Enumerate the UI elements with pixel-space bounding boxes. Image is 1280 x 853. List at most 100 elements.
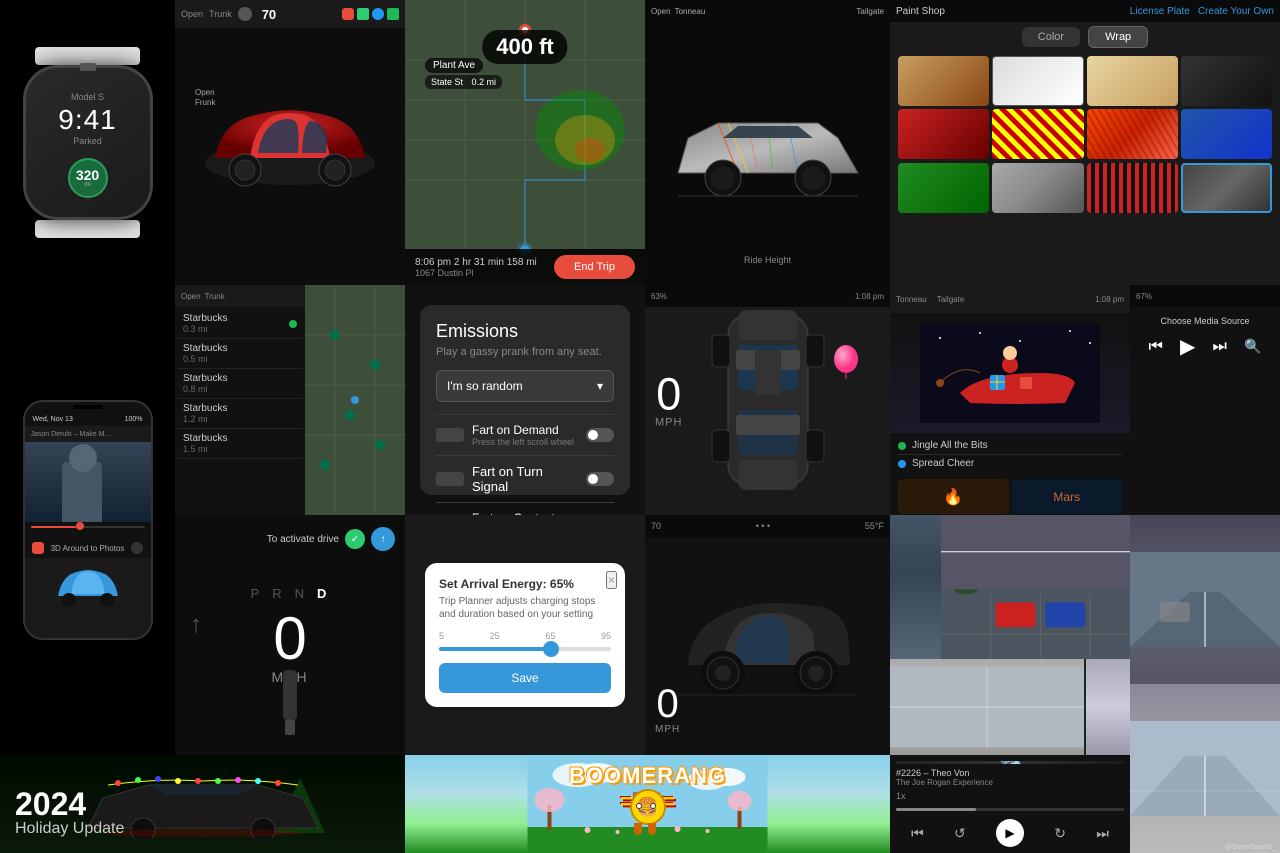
podcast-thumbnail: 🎙️ xyxy=(896,761,1124,764)
santa-mode-cell: Tonneau Tailgate 1:08 pm xyxy=(890,285,1130,515)
d-indicator: D xyxy=(317,586,329,601)
map-cell: Profile 5:15 pm 72°F xyxy=(405,0,645,285)
paint-thumb-7[interactable] xyxy=(1087,109,1178,159)
paint-thumb-11[interactable] xyxy=(1087,163,1178,213)
campfire-tile[interactable]: 🔥 xyxy=(898,479,1009,514)
podcast-progress-bar[interactable] xyxy=(896,808,1124,811)
podcast-episode: #2226 – Theo Von xyxy=(896,768,1124,778)
paint-thumb-9[interactable] xyxy=(898,163,989,213)
wrap-tab[interactable]: Wrap xyxy=(1088,26,1148,48)
dashboard-row2-cell: Open Trunk Starbucks 0.3 mi Starbucks 0.… xyxy=(175,285,405,515)
starbucks-item-3[interactable]: Starbucks 0.8 mi xyxy=(177,369,303,399)
fart-signal-label: Fart on Turn Signal xyxy=(472,464,578,494)
phone-car-view xyxy=(25,558,151,613)
podcast-rewind-icon[interactable]: ↺ xyxy=(954,825,966,842)
santa-nav-bar: Tonneau Tailgate 1:08 pm xyxy=(890,285,1130,313)
podcast-skip-icon[interactable]: ⏭ xyxy=(1096,825,1109,842)
fart-demand-icon xyxy=(436,428,464,442)
paint-thumb-3[interactable] xyxy=(1087,56,1178,106)
right-panel-topbar: 67% xyxy=(1130,285,1280,307)
phone-music: Jason Derulo – Make M… xyxy=(31,431,112,438)
mars-tile[interactable]: Mars xyxy=(1012,479,1123,514)
paint-thumb-5[interactable] xyxy=(898,109,989,159)
holiday-text: 2024 Holiday Update xyxy=(15,788,124,838)
paint-thumb-8[interactable] xyxy=(1181,109,1272,159)
fart-signal-toggle[interactable] xyxy=(586,472,614,486)
map-distance-text: 400 ft xyxy=(496,34,553,59)
paint-thumb-12-selected[interactable] xyxy=(1181,163,1272,213)
fart-signal-icon xyxy=(436,472,464,486)
activate-blue-btn[interactable]: ↑ xyxy=(371,527,395,551)
tailgate-label: Tailgate xyxy=(856,7,884,16)
media-prev-icon[interactable]: ⏮ xyxy=(1149,338,1163,356)
phone-3d-label: 3D Around to Photos xyxy=(51,544,125,553)
frunk-label: Frunk xyxy=(195,98,215,107)
starbucks-item-1[interactable]: Starbucks 0.3 mi xyxy=(177,309,303,339)
podcast-content: 🎙️ #2226 – Theo Von The Joe Rogan Experi… xyxy=(890,755,1130,853)
starbucks-list: Open Trunk Starbucks 0.3 mi Starbucks 0.… xyxy=(175,285,305,515)
starbucks-items: Starbucks 0.3 mi Starbucks 0.5 mi Starbu… xyxy=(175,307,305,461)
trip-close-button[interactable]: × xyxy=(606,571,617,589)
podcast-forward-icon[interactable]: ↻ xyxy=(1054,825,1066,842)
speed-up-arrow[interactable]: ↑ xyxy=(190,611,202,639)
paint-thumb-6[interactable] xyxy=(992,109,1083,159)
tonneau-label: Tonneau xyxy=(675,7,706,16)
mark-5: 5 xyxy=(439,631,444,641)
camera-small-cell: @OwenSparks_ xyxy=(1130,515,1280,853)
phone-car-svg xyxy=(43,558,133,613)
open-label-ct: Open xyxy=(651,7,671,16)
paint-thumb-4[interactable] xyxy=(1181,56,1272,106)
trip-slider-marks: 5 25 65 95 xyxy=(439,631,611,641)
podcast-show: The Joe Rogan Experience xyxy=(896,778,1124,787)
cam-top-svg xyxy=(1130,515,1280,684)
car-top-view-cell: 63% 1:08 pm xyxy=(645,285,890,515)
color-tab[interactable]: Color xyxy=(1022,27,1080,47)
ride-height-label: Ride Height xyxy=(744,255,791,265)
phone-date: Wed, Nov 13 xyxy=(33,416,73,423)
cam-bottom-svg xyxy=(1130,684,1280,853)
prnd-bar: P R N D xyxy=(251,586,330,601)
media-play-icon[interactable]: ▶ xyxy=(1180,334,1195,359)
starbucks-item-4[interactable]: Starbucks 1.2 mi xyxy=(177,399,303,429)
end-trip-button[interactable]: End Trip xyxy=(554,255,635,279)
game-cell: BOOMERANG =FU= 🍔 xyxy=(405,755,890,853)
open-tr-label: Trunk xyxy=(205,292,225,301)
starbucks-item-5[interactable]: Starbucks 1.5 mi xyxy=(177,429,303,459)
trip-planner-cell: × Set Arrival Energy: 65% Trip Planner a… xyxy=(405,515,645,755)
paintshop-cell: Paint Shop License Plate Create Your Own… xyxy=(890,0,1280,285)
phone-device: Wed, Nov 13 100% Jason Derulo – Make M… xyxy=(23,400,153,640)
paint-grid xyxy=(890,52,1280,163)
media-source-area: Choose Media Source ⏮ ▶ ⏭ 🔍 xyxy=(1130,310,1280,369)
camera-bottom-left xyxy=(890,659,1084,755)
santa-options: Jingle All the Bits Spread Cheer xyxy=(890,433,1130,476)
santa-svg xyxy=(920,323,1100,423)
car-side-topbar: 70 • • • 55°F xyxy=(645,515,890,537)
emissions-dropdown[interactable]: I'm so random ▾ xyxy=(436,370,614,402)
watch-time-display: 9:41 xyxy=(58,104,117,136)
media-search-icon[interactable]: 🔍 xyxy=(1244,338,1261,355)
paint-thumb-1[interactable] xyxy=(898,56,989,106)
trip-planner-popup: × Set Arrival Energy: 65% Trip Planner a… xyxy=(425,563,625,707)
media-next-icon[interactable]: ⏭ xyxy=(1212,338,1226,356)
right-panel-cell: 67% Choose Media Source ⏮ ▶ ⏭ 🔍 xyxy=(1130,285,1280,515)
car-side-cell: 70 • • • 55°F 0 MPH xyxy=(645,515,890,755)
activate-check-icon: ✓ xyxy=(345,529,365,549)
camera-small-grid: @OwenSparks_ xyxy=(1130,515,1280,853)
trip-slider-thumb[interactable] xyxy=(543,641,559,657)
r-indicator: R xyxy=(272,586,284,601)
car-side-svg xyxy=(668,545,868,745)
mark-25: 25 xyxy=(490,631,500,641)
trip-slider-track[interactable] xyxy=(439,647,611,651)
podcast-play-button[interactable]: ▶ xyxy=(996,819,1024,847)
charger-svg xyxy=(265,670,315,740)
fart-demand-toggle[interactable] xyxy=(586,428,614,442)
paint-thumb-2[interactable] xyxy=(992,56,1083,106)
starbucks-map-svg xyxy=(305,285,405,515)
podcast-back-icon[interactable]: ⏮ xyxy=(911,825,924,842)
starbucks-item-2[interactable]: Starbucks 0.5 mi xyxy=(177,339,303,369)
paint-thumb-10[interactable] xyxy=(992,163,1083,213)
paint-grid-2 xyxy=(890,163,1280,217)
media-controls-row: ⏮ ▶ ⏭ 🔍 xyxy=(1136,330,1274,363)
santa-scene xyxy=(890,313,1130,433)
trip-save-button[interactable]: Save xyxy=(439,663,611,693)
